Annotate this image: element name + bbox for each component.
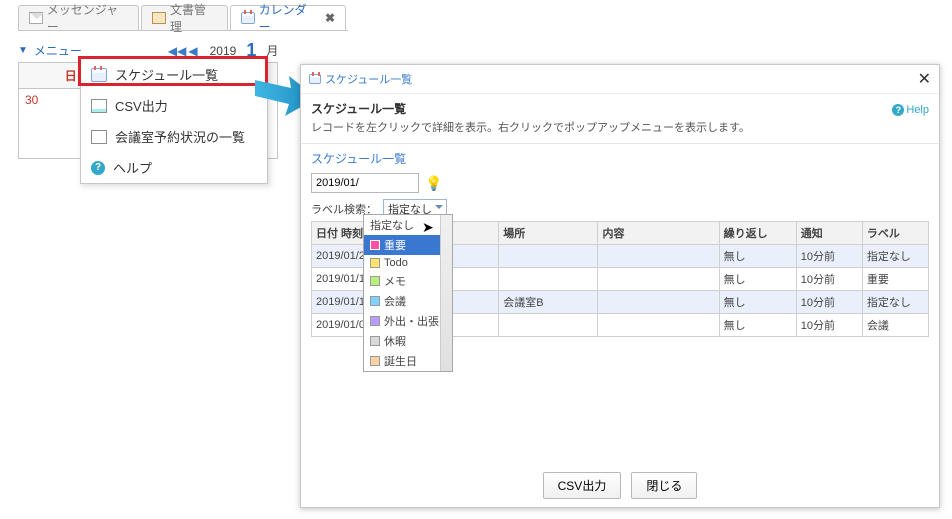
menu-item-label: 会議室予約状況の一覧 (115, 127, 245, 146)
swatch-icon (370, 258, 380, 268)
calendar-icon (241, 12, 255, 24)
cell-notify: 10分前 (796, 245, 862, 268)
cell-place (499, 268, 598, 291)
menu-item-room-status[interactable]: 会議室予約状況の一覧 (81, 121, 267, 152)
bulb-icon[interactable]: 💡 (425, 175, 442, 192)
cell-repeat: 無し (719, 291, 796, 314)
cell-content (598, 268, 719, 291)
dialog-titlebar: スケジュール一覧 ✕ (301, 65, 939, 94)
menu-item-schedule-list[interactable]: スケジュール一覧 (81, 59, 267, 90)
prev-icon[interactable]: ◀ (188, 44, 197, 58)
label-option-todo[interactable]: Todo (364, 255, 452, 271)
help-icon: ? (91, 161, 105, 175)
label-option-out[interactable]: 外出・出張 (364, 311, 452, 331)
close-button[interactable]: 閉じる (631, 472, 697, 499)
list-icon (91, 130, 107, 144)
cell-notify: 10分前 (796, 268, 862, 291)
swatch-icon (370, 356, 380, 366)
col-notify[interactable]: 通知 (796, 222, 862, 245)
swatch-icon (370, 276, 380, 286)
swatch-icon (370, 296, 380, 306)
help-link[interactable]: ? Help (892, 104, 929, 116)
csv-icon (91, 99, 107, 113)
help-label: Help (906, 104, 929, 116)
csv-export-button[interactable]: CSV出力 (543, 472, 622, 499)
label-option-important[interactable]: 重要➤ (364, 235, 452, 255)
cell-repeat: 無し (719, 245, 796, 268)
calendar-icon (309, 74, 321, 84)
month-suffix: 月 (266, 42, 278, 59)
swatch-icon (370, 316, 380, 326)
dialog-subtitle: レコードを左クリックで詳細を表示。右クリックでポップアップメニューを表示します。 (301, 119, 939, 143)
close-tab-icon[interactable]: ✖ (325, 11, 335, 25)
col-label[interactable]: ラベル (862, 222, 928, 245)
document-icon (152, 12, 166, 24)
menu-item-label: CSV出力 (115, 96, 168, 115)
swatch-icon (370, 240, 380, 250)
year-label: 2019 (210, 44, 237, 58)
cell-repeat: 無し (719, 314, 796, 337)
cell-notify: 10分前 (796, 314, 862, 337)
calendar-icon (91, 68, 107, 82)
cell-label: 指定なし (862, 245, 928, 268)
cell-content (598, 314, 719, 337)
menu-caret-icon[interactable]: ▼ (18, 45, 28, 56)
menu-item-csv-export[interactable]: CSV出力 (81, 90, 267, 121)
cell-label: 指定なし (862, 291, 928, 314)
tab-calendar[interactable]: カレンダー ✖ (230, 5, 346, 30)
tab-messenger[interactable]: メッセンジャー (18, 5, 139, 30)
cell-place: 会議室B (499, 291, 598, 314)
cell-place (499, 314, 598, 337)
window-title: スケジュール一覧 (325, 71, 412, 87)
cell-label: 重要 (862, 268, 928, 291)
schedule-list-dialog: スケジュール一覧 ✕ スケジュール一覧 ? Help レコードを左クリックで詳細… (300, 64, 940, 508)
menu-item-label: スケジュール一覧 (115, 65, 218, 84)
close-icon[interactable]: ✕ (918, 69, 931, 89)
mail-icon (29, 12, 43, 24)
period-input[interactable] (311, 173, 419, 193)
menu-item-label: ヘルプ (113, 158, 152, 177)
label-option-none[interactable]: 指定なし (364, 215, 452, 235)
help-icon: ? (892, 104, 904, 116)
col-repeat[interactable]: 繰り返し (719, 222, 796, 245)
first-icon[interactable]: ◀◀ (168, 44, 186, 58)
cell-repeat: 無し (719, 268, 796, 291)
cell-notify: 10分前 (796, 291, 862, 314)
label-dropdown-list: 指定なし 重要➤ Todo メモ 会議 外出・出張 休暇 誕生日 (363, 214, 453, 372)
tab-docs[interactable]: 文書管理 (141, 5, 228, 30)
dialog-heading: スケジュール一覧 (311, 100, 406, 117)
label-option-meeting[interactable]: 会議 (364, 291, 452, 311)
scrollbar[interactable] (440, 215, 452, 371)
tab-label: メッセンジャー (47, 1, 129, 35)
tab-label: カレンダー (259, 1, 317, 35)
menu-item-help[interactable]: ? ヘルプ (81, 152, 267, 183)
section-title: スケジュール一覧 (301, 143, 939, 173)
label-option-vacation[interactable]: 休暇 (364, 331, 452, 351)
cell-place (499, 245, 598, 268)
cell-content (598, 245, 719, 268)
label-option-memo[interactable]: メモ (364, 271, 452, 291)
col-place[interactable]: 場所 (499, 222, 598, 245)
cell-content (598, 291, 719, 314)
tab-label: 文書管理 (170, 1, 217, 35)
menu-button[interactable]: メニュー (34, 42, 82, 59)
label-option-birthday[interactable]: 誕生日 (364, 351, 452, 371)
swatch-icon (370, 336, 380, 346)
menu-dropdown: スケジュール一覧 CSV出力 会議室予約状況の一覧 ? ヘルプ (80, 58, 268, 184)
cell-label: 会議 (862, 314, 928, 337)
col-content[interactable]: 内容 (598, 222, 719, 245)
app-tab-strip: メッセンジャー 文書管理 カレンダー ✖ (18, 5, 348, 31)
